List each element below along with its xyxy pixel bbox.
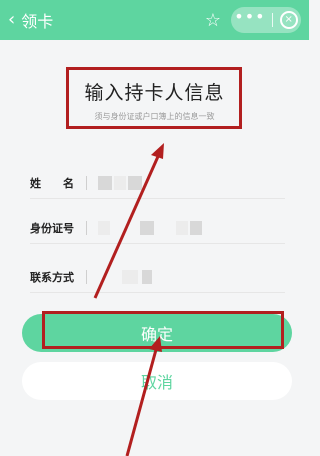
annotation-arrow-line <box>125 345 159 456</box>
annotation-arrows <box>93 143 164 456</box>
annotation-arrow-line <box>93 151 162 299</box>
annotation-arrowhead <box>149 336 162 352</box>
annotation-arrowhead <box>151 143 164 159</box>
